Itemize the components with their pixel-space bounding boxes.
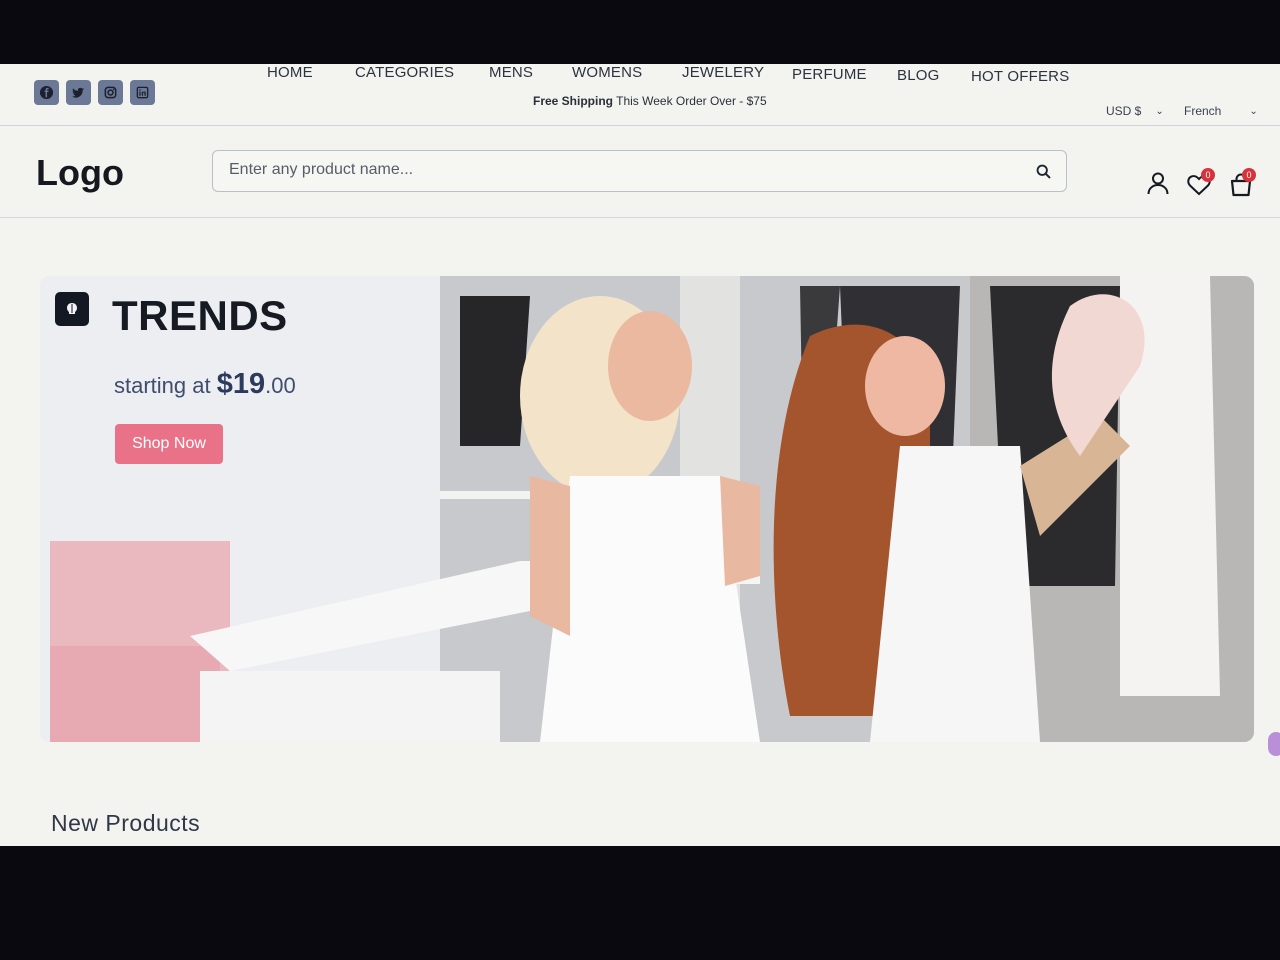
search-bar [212, 150, 1067, 192]
promo-bold: Free Shipping [533, 94, 614, 108]
currency-value: USD $ [1106, 104, 1142, 118]
facebook-icon[interactable] [34, 80, 59, 105]
chevron-down-icon: ⌄ [1155, 105, 1164, 117]
nav-item-categories[interactable]: CATEGORIES [355, 64, 454, 81]
cart-count-badge: 0 [1242, 168, 1256, 182]
nav-item-womens[interactable]: WOMENS [572, 64, 642, 81]
currency-select[interactable]: USD $ ⌄ [1106, 104, 1164, 118]
site-logo[interactable]: Logo [36, 152, 124, 194]
trends-icon [55, 292, 89, 326]
browser-page: Free Shipping This Week Order Over - $75… [0, 64, 1280, 846]
nav-item-mens[interactable]: MENS [489, 64, 533, 81]
header: Logo 0 0 [0, 126, 1280, 218]
price-main: $19 [216, 368, 266, 400]
social-links [34, 80, 155, 105]
search-icon[interactable] [1035, 163, 1052, 180]
user-icon[interactable] [1145, 170, 1171, 196]
floating-widget[interactable] [1268, 732, 1280, 756]
search-input[interactable] [229, 161, 1009, 179]
promo-detail: This Week Order Over - $75 [616, 94, 767, 108]
language-select[interactable]: French ⌄ [1184, 104, 1258, 118]
hero-banner: TRENDS starting at $19.00 Shop Now [40, 276, 1254, 742]
price-prefix: starting at [114, 373, 211, 398]
language-value: French [1184, 104, 1222, 118]
instagram-icon[interactable] [98, 80, 123, 105]
nav-item-home[interactable]: HOME [267, 64, 313, 81]
hero-image [40, 276, 1254, 742]
nav-item-blog[interactable]: BLOG [897, 67, 939, 84]
hero-title: TRENDS [112, 292, 288, 339]
shop-now-button[interactable]: Shop Now [115, 424, 223, 464]
hero-price: starting at $19.00 [114, 368, 296, 401]
twitter-icon[interactable] [66, 80, 91, 105]
linkedin-icon[interactable] [130, 80, 155, 105]
promo-text: Free Shipping This Week Order Over - $75 [533, 94, 767, 108]
new-products-heading: New Products [51, 810, 201, 836]
nav-item-hot-offers[interactable]: HOT OFFERS [971, 68, 1069, 85]
nav-item-jewelery[interactable]: JEWELERY [682, 64, 764, 81]
nav-item-perfume[interactable]: PERFUME [792, 66, 867, 83]
price-cents: .00 [265, 373, 296, 398]
wishlist-count-badge: 0 [1201, 168, 1215, 182]
chevron-down-icon: ⌄ [1249, 105, 1258, 117]
